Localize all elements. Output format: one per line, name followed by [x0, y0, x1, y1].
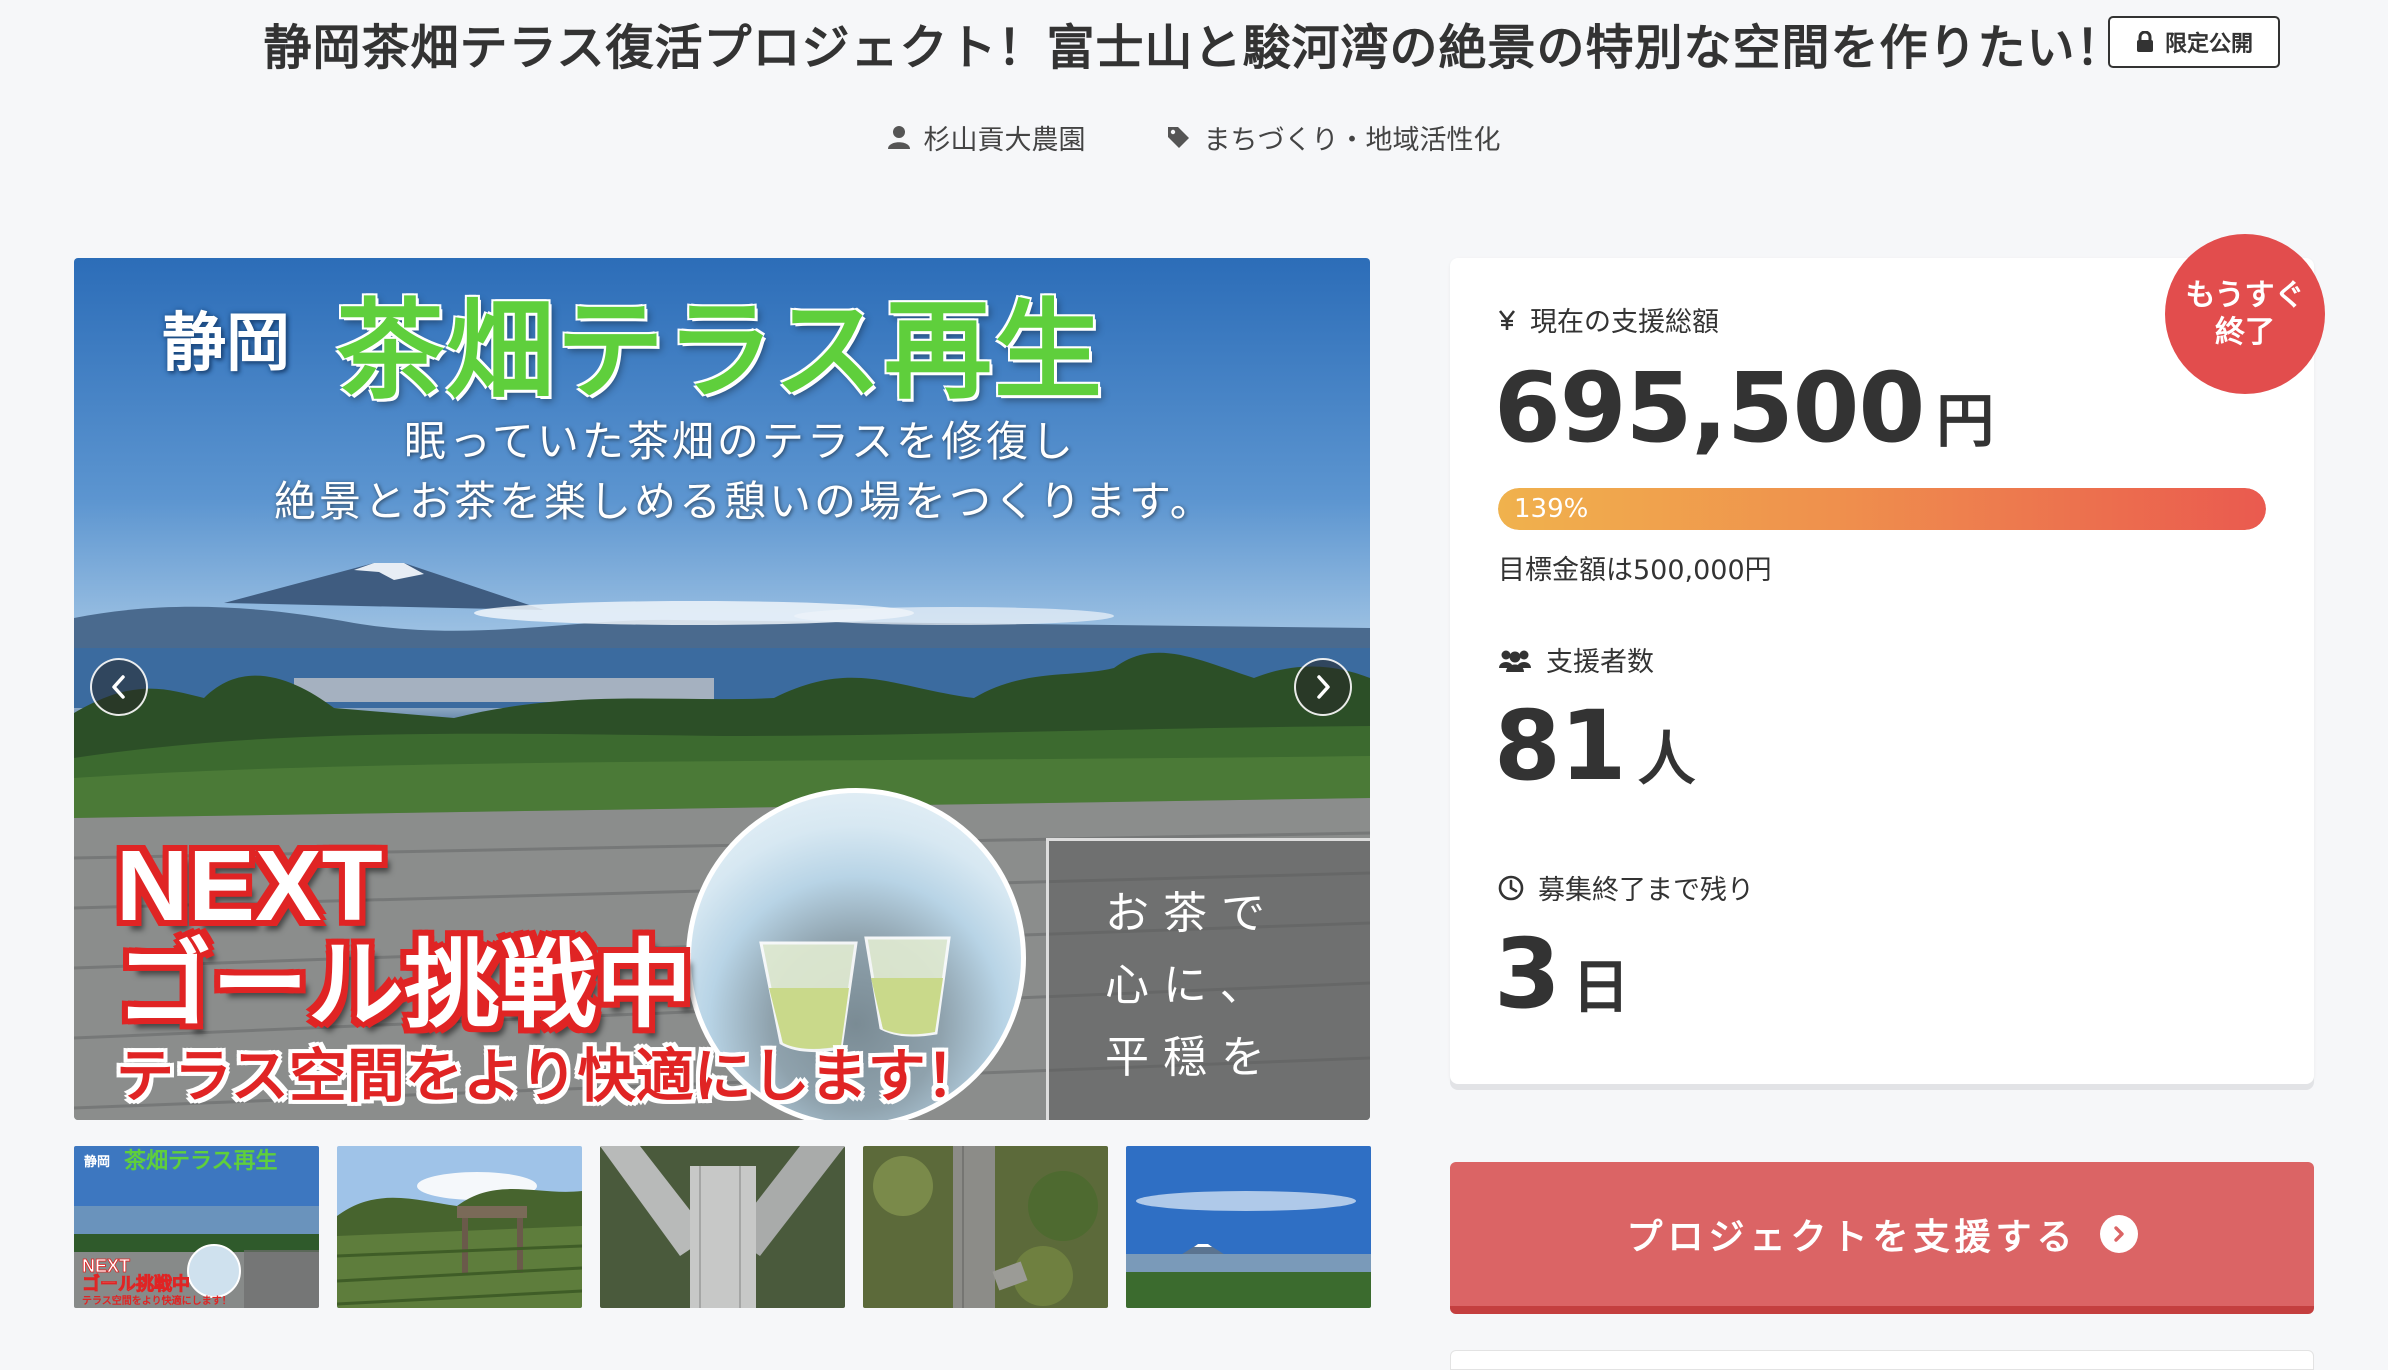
- remaining-days-unit: 日: [1571, 953, 1630, 1021]
- thumbnail-1-image: 静岡 茶畑テラス再生 NEXT ゴール挑戦中 テラス空間をより快適にします！: [74, 1146, 319, 1308]
- thumbnail-3-image: [600, 1146, 845, 1308]
- remaining-label-row: 募集終了まで残り: [1498, 868, 1754, 907]
- users-icon: [1499, 650, 1531, 672]
- project-meta: 杉山貢大農園 まちづくり・地域活性化: [0, 112, 2388, 162]
- funding-progress-label: 139%: [1514, 494, 1589, 524]
- owner-link[interactable]: 杉山貢大農園: [887, 118, 1086, 157]
- visual-city: 静岡: [162, 306, 290, 381]
- remaining-days-value: 3: [1494, 918, 1561, 1030]
- supporters-count: 81 人: [1494, 690, 1696, 802]
- visual-next-label: NEXT: [116, 830, 383, 942]
- lock-icon: [2136, 31, 2153, 52]
- title-row: 静岡茶畑テラス復活プロジェクト！富士山と駿河湾の絶景の特別な空間を作りたい！: [0, 0, 2388, 86]
- category-link[interactable]: まちづくり・地域活性化: [1166, 118, 1501, 157]
- thumb-title: 茶畑テラス再生: [124, 1148, 278, 1174]
- thumb-terrace: テラス空間をより快適にします！: [82, 1294, 232, 1307]
- thumbnail-4-image: [863, 1146, 1108, 1308]
- thumbnail-1[interactable]: 静岡 茶畑テラス再生 NEXT ゴール挑戦中 テラス空間をより快適にします！: [74, 1146, 319, 1308]
- total-label-row: 現在の支援総額: [1498, 300, 1719, 339]
- thumb-city: 静岡: [84, 1154, 110, 1170]
- thumbnail-3[interactable]: [600, 1146, 845, 1308]
- supporters-count-unit: 人: [1637, 725, 1696, 793]
- tagline-line-1: お茶で: [1105, 888, 1279, 939]
- stats-card: 現在の支援総額 695,500 円 139% 目標金額は500,000円 支援者…: [1450, 258, 2314, 1084]
- visual-main-title: 茶畑テラス再生: [336, 288, 1104, 414]
- goal-amount-text: 目標金額は500,000円: [1498, 555, 1772, 586]
- user-icon: [887, 126, 910, 149]
- thumbnail-5-image: [1126, 1146, 1371, 1308]
- total-amount-value: 695,500: [1494, 352, 1925, 464]
- category-name: まちづくり・地域活性化: [1203, 124, 1501, 156]
- visual-subtitle-1: 眠っていた茶畑のテラスを修復し: [404, 417, 1077, 466]
- visual-goal-label: ゴール挑戦中: [116, 932, 692, 1039]
- ending-soon-line-2: 終了: [2215, 315, 2275, 350]
- main-visual[interactable]: お茶で 心に、 平穏を 静岡 茶畑テラス再生 眠っていた茶畑のテラスを修復し 絶…: [74, 258, 1370, 1120]
- total-amount-unit: 円: [1936, 387, 1995, 455]
- thumb-next: NEXT: [82, 1256, 130, 1276]
- total-amount: 695,500 円: [1494, 352, 1994, 464]
- carousel-prev-button[interactable]: [90, 658, 148, 716]
- support-project-button[interactable]: プロジェクトを支援する: [1450, 1162, 2314, 1314]
- thumbnail-5[interactable]: [1126, 1146, 1371, 1308]
- limited-badge: 限定公開: [2108, 16, 2280, 68]
- ending-soon-line-1: もうすぐ: [2185, 277, 2305, 313]
- remaining-label: 募集終了まで残り: [1538, 875, 1754, 906]
- funding-progress-bar: 139%: [1498, 488, 2266, 530]
- ending-soon-badge: もうすぐ 終了: [2165, 234, 2325, 394]
- supporters-label-row: 支援者数: [1498, 640, 1654, 679]
- tag-icon: [1167, 127, 1189, 148]
- funding-progress-fill: 139%: [1498, 488, 2266, 530]
- thumbnail-2-image: [337, 1146, 582, 1308]
- thumbnail-strip: 静岡 茶畑テラス再生 NEXT ゴール挑戦中 テラス空間をより快適にします！: [74, 1146, 1371, 1308]
- tagline-line-2: 心に、: [1105, 960, 1278, 1011]
- visual-terrace-label: テラス空間をより快適にします！: [116, 1044, 984, 1109]
- thumbnail-4[interactable]: [863, 1146, 1108, 1308]
- chevron-left-icon: [112, 675, 125, 699]
- clock-icon: [1498, 875, 1524, 900]
- arrow-right-circle-icon: [2099, 1215, 2138, 1253]
- next-card-edge: [1450, 1350, 2314, 1370]
- owner-name: 杉山貢大農園: [923, 124, 1086, 156]
- thumbnail-2[interactable]: [337, 1146, 582, 1308]
- chevron-right-icon: [1317, 675, 1330, 699]
- visual-subtitle-2: 絶景とお茶を楽しめる憩いの場をつくります。: [274, 477, 1215, 526]
- support-project-label: プロジェクトを支援する: [1626, 1217, 2078, 1258]
- thumb-goal: ゴール挑戦中: [82, 1273, 190, 1294]
- total-label: 現在の支援総額: [1530, 307, 1719, 338]
- page-title: 静岡茶畑テラス復活プロジェクト！富士山と駿河湾の絶景の特別な空間を作りたい！: [263, 20, 2125, 76]
- carousel-next-button[interactable]: [1294, 658, 1352, 716]
- yen-icon: [1498, 309, 1516, 330]
- tagline-line-3: 平穏を: [1105, 1032, 1279, 1083]
- supporters-count-value: 81: [1494, 690, 1627, 802]
- remaining-days: 3 日: [1494, 918, 1630, 1030]
- limited-badge-label: 限定公開: [2164, 32, 2253, 57]
- tagline-panel: お茶で 心に、 平穏を: [1046, 838, 1370, 1120]
- supporters-label: 支援者数: [1546, 647, 1654, 678]
